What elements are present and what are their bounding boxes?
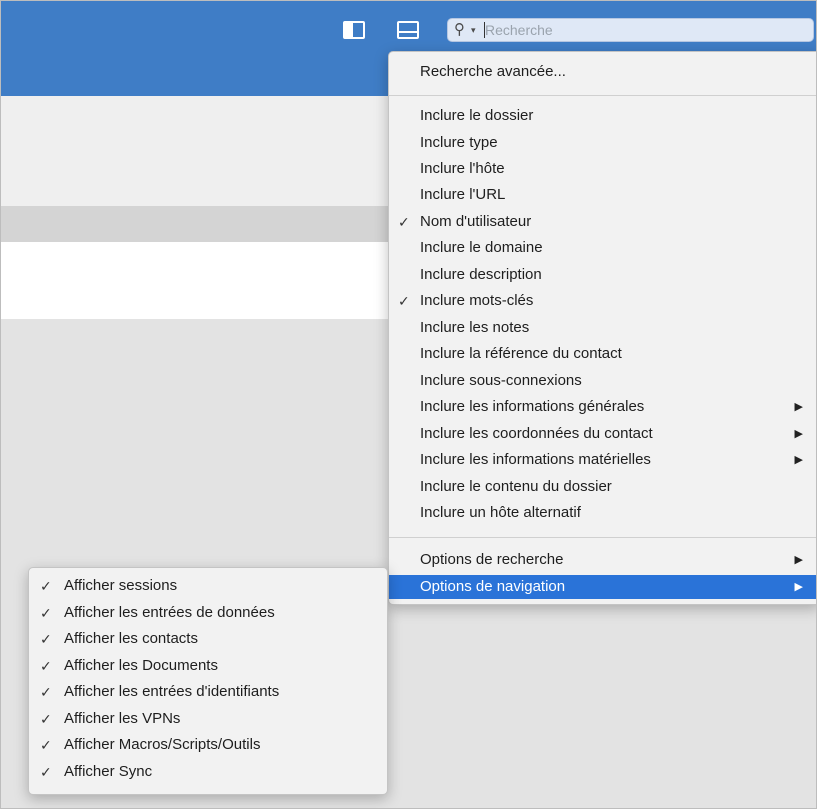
submenu-arrow-icon: ▶ (794, 428, 803, 440)
menu-item-include-sub-connections[interactable]: Inclure sous-connexions (389, 369, 816, 393)
menu-item-label: Inclure le domaine (420, 239, 543, 256)
checkmark-icon: ✓ (40, 658, 52, 674)
menu-item-include-contact-reference[interactable]: Inclure la référence du contact (389, 342, 816, 366)
bottom-panel-icon[interactable] (397, 21, 419, 39)
menu-item-label: Afficher sessions (64, 577, 178, 594)
menu-item-label: Options de recherche (420, 551, 564, 568)
menu-item-show-sync[interactable]: ✓ Afficher Sync (29, 760, 387, 784)
menu-item-label: Afficher les Documents (64, 657, 218, 674)
app-window: ⚲ ▾ Recherche avancée... Inclure le doss… (0, 0, 817, 809)
menu-item-show-vpns[interactable]: ✓ Afficher les VPNs (29, 707, 387, 731)
menu-item-show-credential-entries[interactable]: ✓ Afficher les entrées d'identifiants (29, 680, 387, 704)
menu-item-label: Inclure les informations matérielles (420, 451, 651, 468)
menu-item-include-folder-content[interactable]: Inclure le contenu du dossier (389, 475, 816, 499)
chevron-down-icon[interactable]: ▾ (471, 25, 476, 36)
menu-item-label: Inclure le contenu du dossier (420, 478, 612, 495)
menu-item-username[interactable]: ✓ Nom d'utilisateur (389, 210, 816, 234)
checkmark-icon: ✓ (40, 711, 52, 727)
menu-item-include-domain[interactable]: Inclure le domaine (389, 236, 816, 260)
checkmark-icon: ✓ (40, 737, 52, 753)
menu-item-label: Afficher les entrées de données (64, 604, 275, 621)
menu-item-label: Inclure le dossier (420, 107, 534, 124)
advanced-search-item[interactable]: Recherche avancée... (389, 60, 816, 84)
submenu-arrow-icon: ▶ (794, 554, 803, 566)
checkmark-icon: ✓ (40, 764, 52, 780)
menu-item-include-url[interactable]: Inclure l'URL (389, 183, 816, 207)
search-options-menu: Recherche avancée... Inclure le dossier … (388, 51, 816, 605)
menu-item-show-contacts[interactable]: ✓ Afficher les contacts (29, 627, 387, 651)
sidebar-toggle-icon[interactable] (343, 21, 365, 39)
menu-item-show-data-entries[interactable]: ✓ Afficher les entrées de données (29, 601, 387, 625)
menu-item-label: Inclure un hôte alternatif (420, 504, 581, 521)
menu-item-include-general-info[interactable]: Inclure les informations générales ▶ (389, 395, 816, 419)
submenu-arrow-icon: ▶ (794, 454, 803, 466)
menu-item-label: Inclure les notes (420, 319, 530, 336)
menu-item-include-contact-details[interactable]: Inclure les coordonnées du contact ▶ (389, 422, 816, 446)
content-divider (1, 206, 401, 242)
menu-item-include-alternate-host[interactable]: Inclure un hôte alternatif (389, 501, 816, 525)
content-area-row (1, 242, 401, 319)
menu-item-label: Options de navigation (420, 578, 566, 595)
submenu-arrow-icon: ▶ (794, 401, 803, 413)
menu-item-include-folder[interactable]: Inclure le dossier (389, 104, 816, 128)
menu-separator (389, 537, 816, 538)
advanced-search-label: Recherche avancée... (420, 63, 566, 80)
menu-item-label: Nom d'utilisateur (420, 213, 532, 230)
menu-item-label: Inclure les coordonnées du contact (420, 425, 653, 442)
menu-item-include-notes[interactable]: Inclure les notes (389, 316, 816, 340)
checkmark-icon: ✓ (40, 631, 52, 647)
content-area-top (1, 96, 401, 206)
menu-item-navigation-options[interactable]: Options de navigation ▶ (389, 575, 816, 599)
menu-item-label: Afficher les contacts (64, 630, 198, 647)
menu-item-include-type[interactable]: Inclure type (389, 131, 816, 155)
checkmark-icon: ✓ (40, 605, 52, 621)
submenu-arrow-icon: ▶ (794, 581, 803, 593)
menu-separator (389, 95, 816, 96)
checkmark-icon: ✓ (40, 684, 52, 700)
menu-item-show-sessions[interactable]: ✓ Afficher sessions (29, 574, 387, 598)
menu-item-label: Inclure les informations générales (420, 398, 645, 415)
navigation-options-submenu: ✓ Afficher sessions ✓ Afficher les entré… (28, 567, 388, 795)
menu-item-include-description[interactable]: Inclure description (389, 263, 816, 287)
menu-item-label: Inclure sous-connexions (420, 372, 582, 389)
menu-item-label: Afficher Sync (64, 763, 153, 780)
menu-item-search-options[interactable]: Options de recherche ▶ (389, 548, 816, 572)
menu-item-include-keywords[interactable]: ✓ Inclure mots-clés (389, 289, 816, 313)
menu-item-label: Inclure l'URL (420, 186, 506, 203)
menu-item-include-host[interactable]: Inclure l'hôte (389, 157, 816, 181)
search-input[interactable] (485, 21, 805, 39)
menu-item-label: Afficher Macros/Scripts/Outils (64, 736, 261, 753)
checkmark-icon: ✓ (40, 578, 52, 594)
menu-item-label: Inclure type (420, 134, 498, 151)
menu-item-label: Inclure la référence du contact (420, 345, 622, 362)
menu-item-label: Inclure description (420, 266, 542, 283)
menu-item-show-documents[interactable]: ✓ Afficher les Documents (29, 654, 387, 678)
menu-item-label: Afficher les VPNs (64, 710, 181, 727)
menu-item-include-hardware-info[interactable]: Inclure les informations matérielles ▶ (389, 448, 816, 472)
checkmark-icon: ✓ (398, 293, 410, 309)
search-field[interactable]: ⚲ ▾ (447, 18, 814, 42)
menu-item-label: Inclure mots-clés (420, 292, 534, 309)
menu-item-show-macros-scripts-tools[interactable]: ✓ Afficher Macros/Scripts/Outils (29, 733, 387, 757)
checkmark-icon: ✓ (398, 214, 410, 230)
menu-item-label: Inclure l'hôte (420, 160, 505, 177)
menu-item-label: Afficher les entrées d'identifiants (64, 683, 280, 700)
search-icon[interactable]: ⚲ (454, 20, 465, 38)
